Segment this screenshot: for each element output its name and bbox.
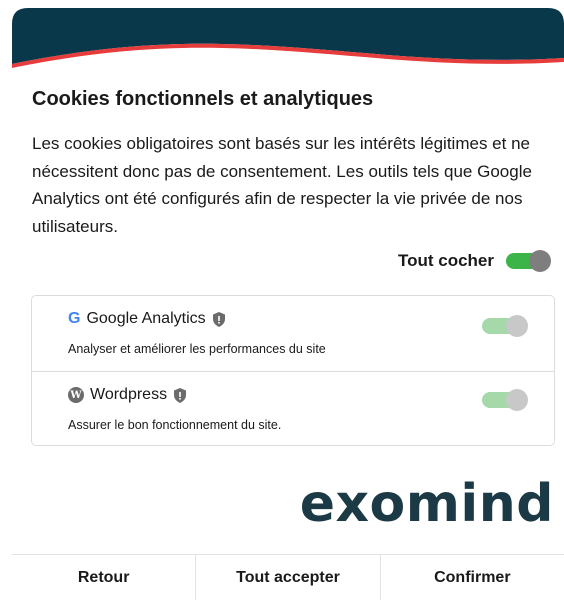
check-all-toggle[interactable] <box>506 250 551 272</box>
cookie-list: G Google Analytics Analyser et améliorer… <box>31 295 555 446</box>
item-name-row: W Wordpress <box>68 386 187 404</box>
dialog-title: Cookies fonctionnels et analytiques <box>32 88 374 110</box>
dialog-header-banner <box>12 8 564 78</box>
item-name: Wordpress <box>90 386 168 403</box>
back-button[interactable]: Retour <box>12 555 195 600</box>
google-analytics-toggle[interactable] <box>482 315 528 337</box>
toggle-knob <box>506 315 528 337</box>
google-icon: G <box>68 310 81 327</box>
dialog-footer: Retour Tout accepter Confirmer <box>12 554 564 600</box>
toggle-knob <box>529 250 551 272</box>
check-all-label: Tout cocher <box>397 251 494 270</box>
wordpress-icon: W <box>68 387 84 403</box>
item-name-row: G Google Analytics <box>68 310 226 328</box>
item-name: Google Analytics <box>86 310 206 327</box>
item-description: Analyser et améliorer les performances d… <box>68 342 326 356</box>
shield-icon <box>174 387 187 403</box>
list-item-google-analytics: G Google Analytics Analyser et améliorer… <box>32 296 554 372</box>
accept-all-button[interactable]: Tout accepter <box>195 555 379 600</box>
shield-icon <box>212 311 225 327</box>
wordpress-toggle[interactable] <box>482 389 528 411</box>
toggle-knob <box>506 389 528 411</box>
item-description: Assurer le bon fonctionnement du site. <box>68 418 282 432</box>
exomind-logo: exomind <box>299 474 554 534</box>
check-all-control[interactable]: Tout cocher <box>397 250 551 272</box>
confirm-button[interactable]: Confirmer <box>379 555 564 600</box>
dialog-description: Les cookies obligatoires sont basés sur … <box>32 134 532 236</box>
list-item-wordpress: W Wordpress Assurer le bon fonctionnemen… <box>32 372 554 447</box>
